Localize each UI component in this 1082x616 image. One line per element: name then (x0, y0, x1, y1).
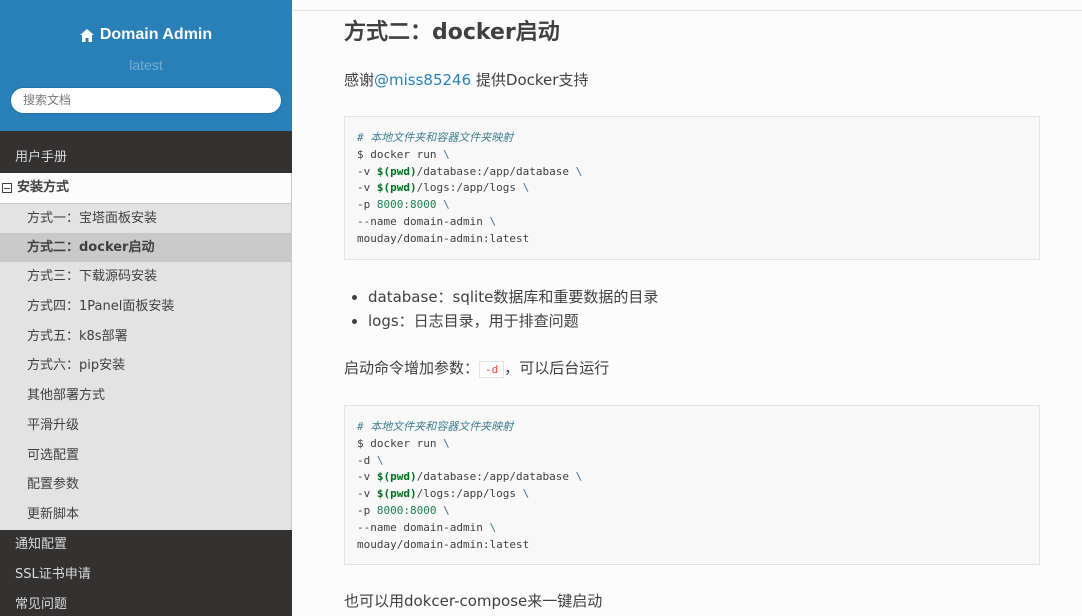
code-line: $ docker run \ (357, 147, 450, 161)
content-top-border (292, 0, 1082, 11)
home-icon (79, 28, 94, 42)
nav-item-install-methods[interactable]: 安装方式 (0, 173, 292, 203)
nav-subitem[interactable]: 方式四：1Panel面板安装 (0, 292, 291, 322)
code-line: -v $(pwd)/database:/app/database \ (357, 164, 583, 178)
code-block-docker-run-daemon[interactable]: # 本地文件夹和容器文件夹映射 $ docker run \ -d \ -v $… (344, 405, 1040, 565)
compose-text: 也可以用dokcer-compose来一键启动 (344, 592, 603, 610)
nav-subitem[interactable]: 方式三：下载源码安装 (0, 262, 291, 292)
nav-subitem[interactable]: 方式一：宝塔面板安装 (0, 203, 291, 233)
code-line: -p 8000:8000 \ (357, 503, 450, 517)
inline-code-flag: -d (479, 361, 505, 378)
list-item: database：sqlite数据库和重要数据的目录 (368, 285, 658, 309)
code-line: -v $(pwd)/database:/app/database \ (357, 470, 583, 484)
code-line: $ docker run \ (357, 436, 450, 450)
code-line: -v $(pwd)/logs:/app/logs \ (357, 181, 530, 195)
daemon-text: 启动命令增加参数： -d ，可以后台运行 (344, 359, 610, 378)
nav-subitem[interactable]: 平滑升级 (0, 411, 291, 441)
contributor-link[interactable]: @miss85246 (374, 71, 471, 89)
thanks-prefix: 感谢 (344, 71, 375, 89)
search-input[interactable] (10, 86, 282, 114)
collapse-icon[interactable] (2, 183, 12, 193)
thanks-text: 感谢@miss85246 提供Docker支持 (344, 69, 588, 90)
brand-link[interactable]: Domain Admin (79, 26, 213, 44)
code-block-docker-run[interactable]: # 本地文件夹和容器文件夹映射 $ docker run \ -v $(pwd)… (344, 116, 1040, 260)
nav-subitem[interactable]: 可选配置 (0, 441, 291, 471)
nav-item-faq[interactable]: 常见问题 (0, 590, 292, 616)
page-heading: 方式二：docker启动 (344, 20, 560, 45)
nav-item-user-manual[interactable]: 用户手册 (0, 143, 292, 173)
code-line: mouday/domain-admin:latest (357, 231, 530, 245)
nav-subitem[interactable]: 其他部署方式 (0, 381, 291, 411)
nav-submenu: 方式一：宝塔面板安装 方式二：docker启动 方式三：下载源码安装 方式四：1… (0, 203, 292, 530)
nav-subitem[interactable]: 方式五：k8s部署 (0, 322, 291, 352)
sidebar: Domain Admin latest 用户手册 安装方式 方式一：宝塔面板安装… (0, 0, 292, 616)
nav-subitem[interactable]: 配置参数 (0, 470, 291, 500)
code-line: -d \ (357, 453, 384, 467)
nav-menu: 用户手册 安装方式 方式一：宝塔面板安装 方式二：docker启动 方式三：下载… (0, 131, 292, 616)
nav-subitem[interactable]: 方式六：pip安装 (0, 351, 291, 381)
code-line: mouday/domain-admin:latest (357, 537, 530, 551)
code-line: -p 8000:8000 \ (357, 198, 450, 212)
thanks-suffix: 提供Docker支持 (471, 71, 589, 89)
nav-subitem-active[interactable]: 方式二：docker启动 (0, 232, 291, 263)
nav-item-ssl-request[interactable]: SSL证书申请 (0, 560, 292, 590)
code-line: -v $(pwd)/logs:/app/logs \ (357, 487, 530, 501)
code-comment: # 本地文件夹和容器文件夹映射 (357, 131, 514, 144)
code-comment: # 本地文件夹和容器文件夹映射 (357, 420, 514, 433)
version-label: latest (129, 56, 163, 73)
nav-item-label: 安装方式 (17, 180, 70, 195)
nav-subitem[interactable]: 更新脚本 (0, 500, 291, 530)
brand-name: Domain Admin (99, 26, 213, 43)
code-line: --name domain-admin \ (357, 214, 497, 228)
code-line: --name domain-admin \ (357, 520, 497, 534)
volume-list: database：sqlite数据库和重要数据的目录 logs：日志目录，用于排… (368, 285, 658, 333)
sidebar-header: Domain Admin latest (0, 0, 292, 131)
nav-item-notify-config[interactable]: 通知配置 (0, 530, 292, 560)
list-item: logs：日志目录，用于排查问题 (368, 309, 658, 333)
